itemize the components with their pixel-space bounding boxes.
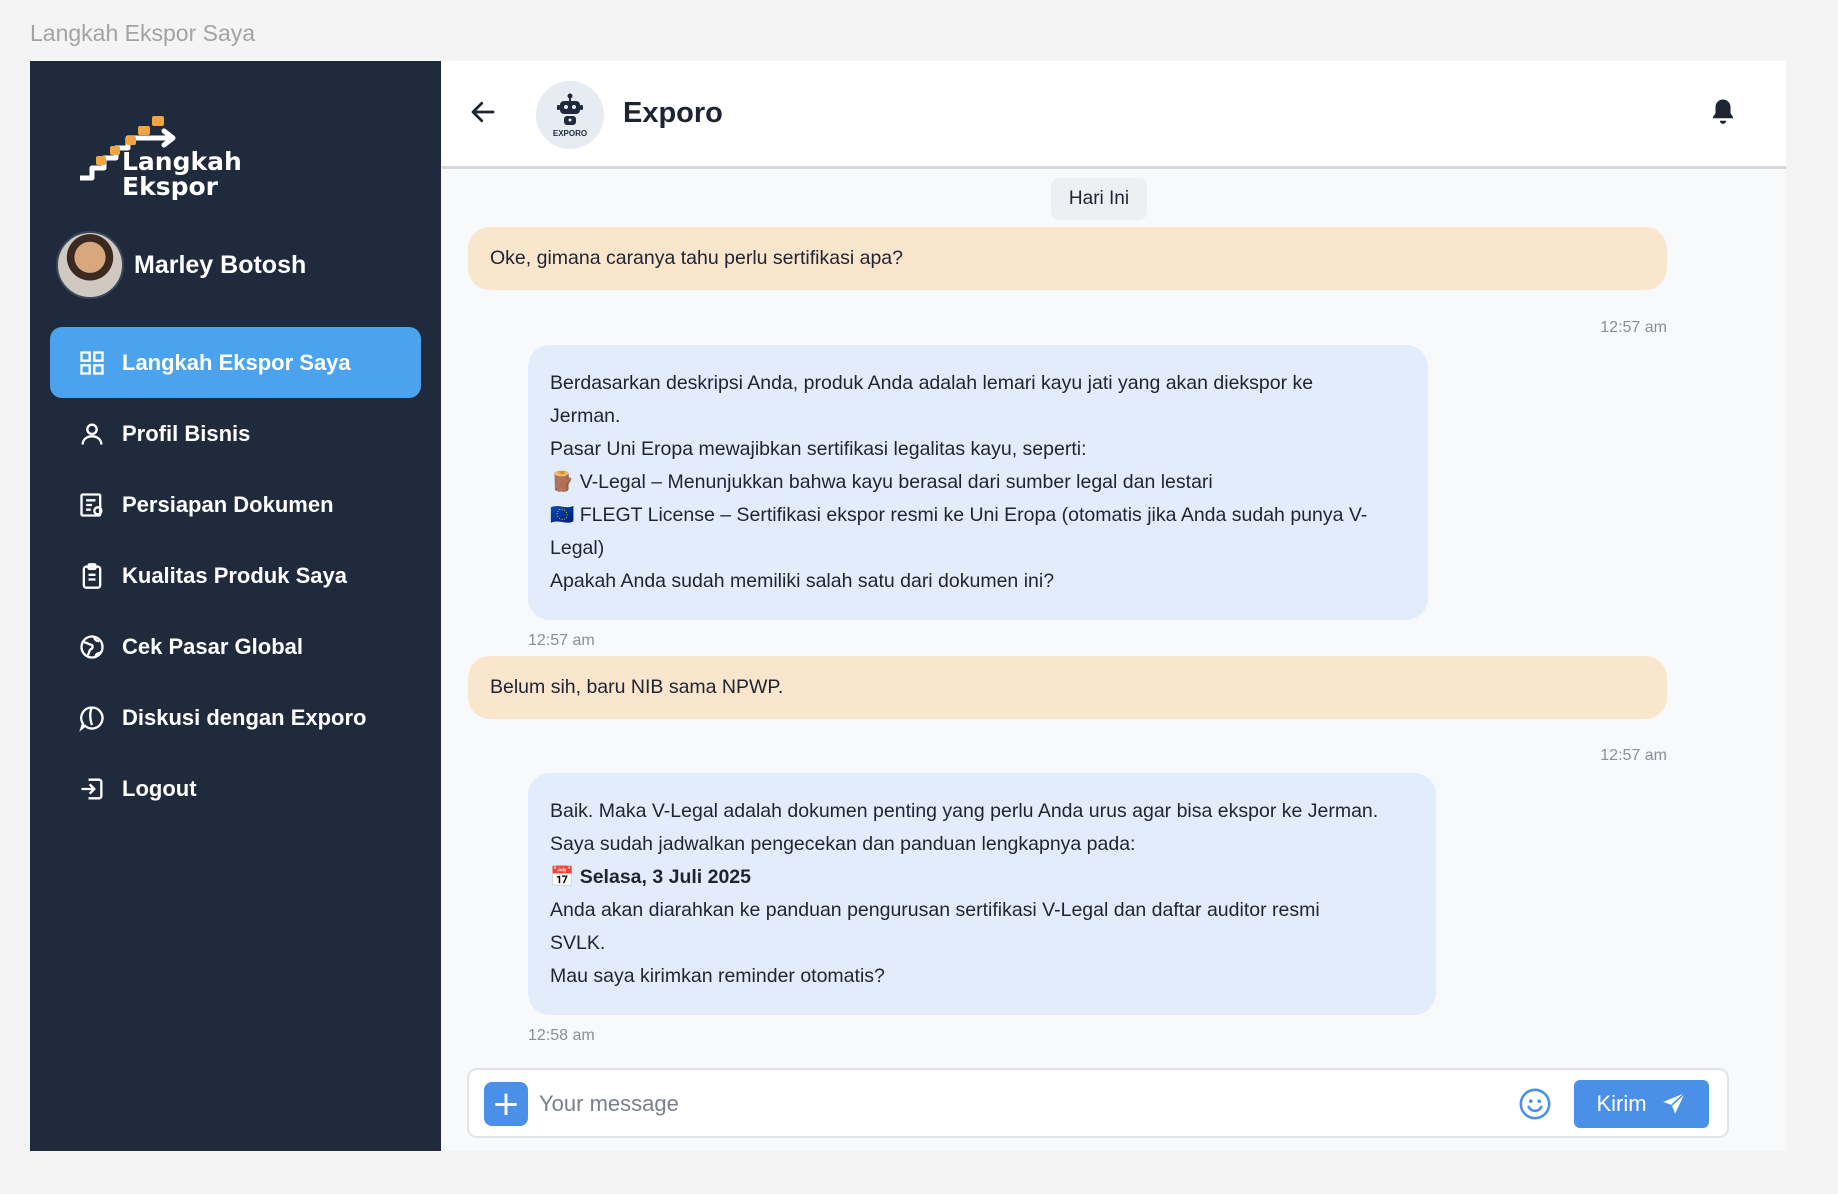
message-list[interactable]: Hari Ini Oke, gimana caranya tahu perlu … (442, 172, 1786, 1052)
grid-icon (78, 349, 106, 377)
sidebar: Langkah Ekspor Marley Botosh Langkah Eks… (30, 61, 441, 1151)
emoji-icon[interactable] (1518, 1087, 1552, 1121)
bot-message: Baik. Maka V-Legal adalah dokumen pentin… (528, 773, 1436, 1015)
globe-icon (78, 633, 106, 661)
sidebar-item-label: Cek Pasar Global (122, 633, 303, 659)
avatar (56, 231, 124, 299)
message-line: Saya sudah jadwalkan pengecekan dan pand… (550, 833, 1136, 855)
message-line: Mau saya kirimkan reminder otomatis? (550, 965, 885, 987)
chat-header: EXPORO Exporo (442, 61, 1786, 169)
message-line: 🇪🇺 FLEGT License – Sertifikasi ekspor re… (550, 504, 1368, 526)
user-profile[interactable]: Marley Botosh (56, 231, 306, 299)
user-message: Belum sih, baru NIB sama NPWP. (468, 656, 1667, 719)
logo-line-1: Langkah (122, 147, 242, 176)
message-timestamp: 12:57 am (1600, 747, 1667, 764)
sidebar-item-diskusi-dengan-exporo[interactable]: Diskusi dengan Exporo (50, 682, 421, 753)
message-timestamp: 12:57 am (528, 632, 595, 649)
sidebar-item-label: Kualitas Produk Saya (122, 562, 347, 588)
logo-line-2: Ekspor (122, 172, 218, 201)
message-line: Jerman. (550, 405, 621, 427)
message-input[interactable] (539, 1080, 1469, 1128)
user-message: Oke, gimana caranya tahu perlu sertifika… (468, 227, 1667, 290)
chat-title: Exporo (623, 97, 723, 129)
bot-message: Berdasarkan deskripsi Anda, produk Anda … (528, 345, 1428, 620)
message-line: Baik. Maka V-Legal adalah dokumen pentin… (550, 800, 1379, 822)
date-divider: Hari Ini (1051, 178, 1147, 220)
chat-icon (78, 704, 106, 732)
sidebar-item-label: Profil Bisnis (122, 420, 251, 446)
attach-button[interactable]: + (484, 1082, 528, 1126)
scheduled-date: Selasa, 3 Juli 2025 (579, 866, 751, 888)
clipboard-icon (78, 562, 106, 590)
message-line: 🪵 V-Legal – Menunjukkan bahwa kayu beras… (550, 471, 1213, 493)
user-name: Marley Botosh (134, 250, 307, 279)
message-line: Belum sih, baru NIB sama NPWP. (490, 676, 784, 698)
sidebar-item-label: Persiapan Dokumen (122, 491, 334, 517)
bell-icon[interactable] (1708, 97, 1738, 127)
message-timestamp: 12:57 am (1600, 319, 1667, 336)
message-line: Berdasarkan deskripsi Anda, produk Anda … (550, 372, 1314, 394)
bot-caption: EXPORO (552, 128, 588, 138)
message-timestamp: 12:58 am (528, 1027, 595, 1044)
sidebar-item-label: Logout (122, 775, 197, 801)
logout-icon (78, 775, 106, 803)
message-line: SVLK. (550, 932, 606, 954)
message-line: Pasar Uni Eropa mewajibkan sertifikasi l… (550, 438, 1087, 460)
message-line: Apakah Anda sudah memiliki salah satu da… (550, 570, 1055, 592)
message-composer: + Kirim (467, 1068, 1729, 1138)
user-icon (78, 420, 106, 448)
sidebar-item-kualitas-produk-saya[interactable]: Kualitas Produk Saya (50, 540, 421, 611)
bot-avatar: EXPORO (536, 81, 604, 149)
logo-text: Langkah Ekspor (122, 149, 242, 199)
sidebar-item-cek-pasar-global[interactable]: Cek Pasar Global (50, 611, 421, 682)
sidebar-item-label: Diskusi dengan Exporo (122, 704, 367, 730)
robot-icon (557, 93, 583, 125)
back-arrow-icon[interactable] (468, 97, 498, 127)
sidebar-item-persiapan-dokumen[interactable]: Persiapan Dokumen (50, 469, 421, 540)
message-line: Legal) (550, 537, 605, 559)
message-line: Anda akan diarahkan ke panduan pengurusa… (550, 899, 1320, 921)
document-icon (78, 491, 106, 519)
send-button[interactable]: Kirim (1574, 1080, 1709, 1128)
message-line: Oke, gimana caranya tahu perlu sertifika… (490, 247, 903, 269)
paper-plane-icon (1662, 1092, 1685, 1114)
sidebar-nav: Langkah Ekspor Saya Profil Bisnis Persia… (50, 327, 421, 824)
page-label: Langkah Ekspor Saya (30, 20, 256, 46)
send-button-label: Kirim (1596, 1091, 1647, 1116)
sidebar-item-langkah-ekspor-saya[interactable]: Langkah Ekspor Saya (50, 327, 421, 398)
sidebar-item-profil-bisnis[interactable]: Profil Bisnis (50, 398, 421, 469)
chat-panel: EXPORO Exporo Hari Ini Oke, gimana caran… (442, 61, 1786, 1151)
sidebar-item-logout[interactable]: Logout (50, 753, 421, 824)
sidebar-item-label: Langkah Ekspor Saya (122, 349, 351, 375)
message-line: 📅 Selasa, 3 Juli 2025 (550, 861, 1414, 894)
calendar-emoji: 📅 (550, 866, 580, 888)
